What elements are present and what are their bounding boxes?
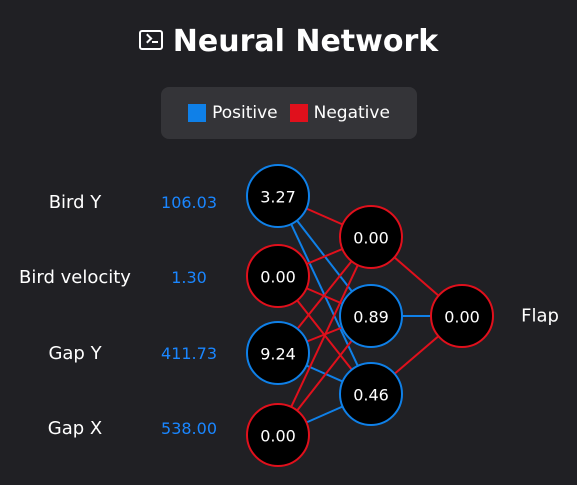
hidden-node-0: 0.00 (339, 205, 403, 269)
hidden-node-1: 0.89 (339, 284, 403, 348)
hidden-node-1-value: 0.89 (353, 308, 389, 327)
input-node-2-value: 9.24 (260, 345, 296, 364)
input-node-0: 3.27 (246, 164, 310, 228)
input-node-0-value: 3.27 (260, 188, 296, 207)
input-node-3-value: 0.00 (260, 427, 296, 446)
output-node: 0.00 (430, 284, 494, 348)
hidden-node-2-value: 0.46 (353, 386, 389, 405)
input-node-1: 0.00 (246, 244, 310, 308)
input-node-2: 9.24 (246, 321, 310, 385)
output-label-flap: Flap (521, 305, 559, 327)
input-node-1-value: 0.00 (260, 268, 296, 287)
network-diagram: 3.27 0.00 9.24 0.00 0.00 0.89 0.46 0.00 (246, 164, 494, 467)
hidden-node-0-value: 0.00 (353, 229, 389, 248)
input-node-3: 0.00 (246, 403, 310, 467)
hidden-node-2: 0.46 (339, 362, 403, 426)
output-node-value: 0.00 (444, 308, 480, 327)
neurons: 3.27 0.00 9.24 0.00 0.00 0.89 0.46 0.00 (246, 164, 494, 467)
